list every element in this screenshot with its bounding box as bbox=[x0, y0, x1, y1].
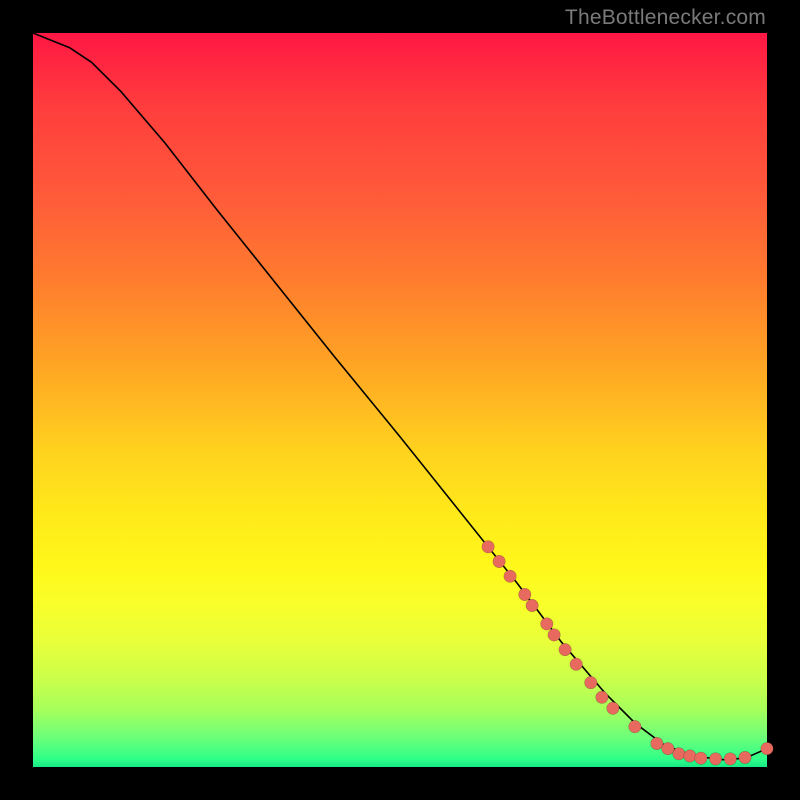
highlighted-points bbox=[482, 541, 773, 766]
bottleneck-curve bbox=[33, 33, 767, 760]
data-point bbox=[673, 748, 685, 760]
data-point bbox=[526, 599, 538, 611]
data-point bbox=[662, 742, 674, 754]
data-point bbox=[684, 750, 696, 762]
data-point bbox=[651, 737, 663, 749]
plot-svg bbox=[33, 33, 767, 767]
data-point bbox=[709, 753, 721, 765]
data-point bbox=[570, 658, 582, 670]
data-point bbox=[504, 570, 516, 582]
chart-stage: TheBottlenecker.com bbox=[0, 0, 800, 800]
data-point bbox=[629, 720, 641, 732]
data-point bbox=[724, 753, 736, 765]
data-point bbox=[607, 702, 619, 714]
data-point bbox=[739, 751, 751, 763]
watermark-text: TheBottlenecker.com bbox=[565, 6, 766, 30]
data-point bbox=[541, 618, 553, 630]
data-point bbox=[585, 676, 597, 688]
data-point bbox=[548, 629, 560, 641]
plot-area bbox=[33, 33, 767, 767]
data-point bbox=[596, 691, 608, 703]
data-point bbox=[695, 752, 707, 764]
data-point bbox=[559, 643, 571, 655]
data-point bbox=[493, 555, 505, 567]
data-point bbox=[519, 588, 531, 600]
data-point bbox=[482, 541, 494, 553]
data-point bbox=[761, 742, 773, 754]
